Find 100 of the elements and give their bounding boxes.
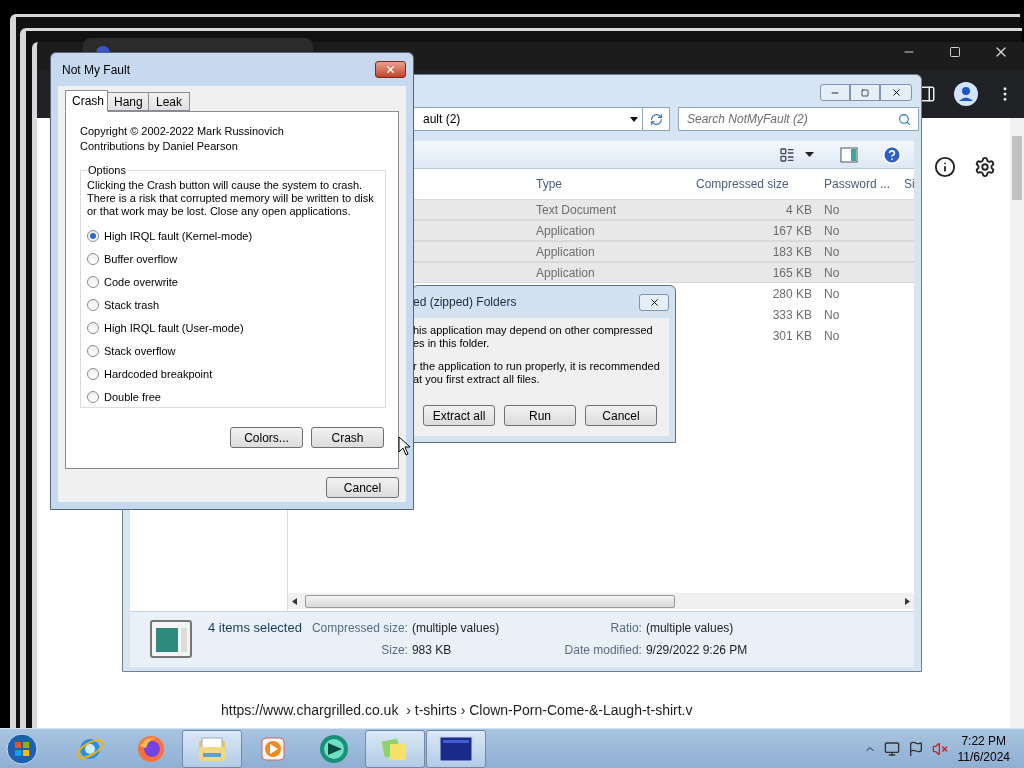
type-cell-text: Application: [535, 222, 596, 240]
dialog-button[interactable]: Colors...: [230, 427, 303, 448]
minimize-button[interactable]: [820, 84, 850, 101]
message-text: r the application to run properly, it is recommended: [413, 360, 661, 373]
crash-option[interactable]: Double free: [87, 385, 379, 409]
credit-text: Contributions by Daniel Pearson: [80, 139, 239, 154]
info-icon[interactable]: [934, 156, 956, 178]
detail-value: 9/29/2022 9:26 PM: [645, 642, 748, 659]
detail-label: Date modified:: [563, 642, 642, 659]
password-cell-text: No: [823, 222, 841, 240]
close-icon: [890, 87, 902, 98]
password-cell-text: No: [823, 264, 841, 282]
detail-label: Ratio:: [609, 620, 642, 637]
password-cell-text: No: [823, 327, 841, 345]
dialog-button[interactable]: Crash: [311, 427, 384, 448]
profile-icon[interactable]: [954, 82, 978, 106]
radio-button[interactable]: [87, 391, 99, 403]
password-cell-text: No: [823, 201, 841, 219]
caret-icon[interactable]: [805, 152, 814, 157]
selection-summary: 4 items selected: [208, 619, 302, 637]
radio-button[interactable]: [87, 345, 99, 357]
crash-option[interactable]: Stack overflow: [87, 339, 379, 363]
cancel-button[interactable]: Cancel: [326, 477, 399, 498]
detail-label: Compressed size:: [310, 620, 408, 637]
preview-pane-icon[interactable]: [840, 146, 858, 163]
dialog-button[interactable]: Extract all: [423, 405, 495, 426]
message-text: es in this folder.: [413, 337, 491, 350]
type-cell-text: Application: [535, 264, 596, 282]
message-text: his application may depend on other compressed: [413, 324, 654, 337]
password-cell-text: No: [823, 306, 841, 324]
scrollbar[interactable]: [1010, 118, 1024, 728]
radio-button[interactable]: [87, 322, 99, 334]
detail-value: (multiple values): [645, 620, 735, 637]
scrollbar-thumb[interactable]: [1012, 136, 1022, 200]
dialog-title: Not My Fault: [62, 61, 130, 79]
detail-value: (multiple values): [411, 620, 501, 637]
radio-button[interactable]: [87, 276, 99, 288]
close-button[interactable]: [880, 84, 912, 101]
round-app-icon: [318, 732, 350, 765]
detail-value: 983 KB: [411, 642, 453, 659]
scrollbar-thumb[interactable]: [305, 594, 675, 608]
radio-button[interactable]: [87, 368, 99, 380]
crash-option[interactable]: Stack trash: [87, 293, 379, 317]
close-icon: [648, 296, 660, 308]
scroll-left-icon[interactable]: [292, 597, 297, 605]
close-button[interactable]: [375, 61, 406, 78]
view-icon[interactable]: [779, 146, 795, 163]
fox-browser-icon: [136, 733, 166, 764]
scroll-right-icon[interactable]: [905, 597, 910, 605]
tab[interactable]: Crash: [65, 90, 108, 112]
radio-button[interactable]: [87, 253, 99, 265]
taskbar-button[interactable]: [426, 729, 486, 768]
size-cell-text: 280 KB: [771, 285, 813, 303]
dialog-button[interactable]: Cancel: [585, 405, 657, 426]
crash-option[interactable]: Hardcoded breakpoint: [87, 362, 379, 386]
detail-label: Size:: [380, 642, 408, 659]
flag-icon[interactable]: [907, 740, 924, 757]
folder-icon: [197, 734, 227, 763]
size-cell-text: 165 KB: [771, 264, 813, 282]
size-cell-text: 167 KB: [771, 222, 813, 240]
column-header[interactable]: Type: [530, 175, 690, 193]
column-header[interactable]: Compressed size: [690, 175, 818, 193]
radio-button[interactable]: [87, 230, 99, 242]
dropdown-icon[interactable]: [630, 116, 638, 122]
message-text: at you first extract all files.: [413, 373, 541, 386]
refresh-icon: [649, 112, 663, 126]
network-icon[interactable]: [883, 740, 900, 757]
password-cell-text: No: [823, 285, 841, 303]
dialog-title: ed (zipped) Folders: [413, 294, 517, 311]
maximize-button[interactable]: [850, 84, 880, 101]
radio-button[interactable]: [87, 299, 99, 311]
horizontal-scrollbar[interactable]: [288, 593, 914, 609]
size-cell-text: 4 KB: [785, 201, 813, 219]
dialog-button[interactable]: Run: [504, 405, 576, 426]
tab[interactable]: Leak: [148, 92, 190, 111]
status-url: https://www.chargrilled.co.uk › t-shirts › Clown-Porn-Come-&-Laugh-t-shirt.v: [221, 701, 693, 720]
group-label: Options: [87, 163, 127, 178]
maximize-icon: [861, 88, 869, 97]
password-cell-text: No: [823, 243, 841, 261]
column-header[interactable]: Si: [898, 175, 914, 193]
close-button[interactable]: [639, 293, 669, 311]
size-cell-text: 183 KB: [771, 243, 813, 261]
window-icon: [439, 735, 473, 762]
settings-icon[interactable]: [974, 156, 996, 178]
tab[interactable]: Hang: [107, 92, 149, 111]
search-icon[interactable]: [898, 112, 911, 126]
muted-speaker-icon[interactable]: [931, 740, 948, 757]
play-icon: [259, 734, 287, 763]
clock[interactable]: 7:22 PM 11/6/2024: [957, 732, 1010, 765]
refresh-button[interactable]: [642, 107, 670, 131]
size-cell-text: 301 KB: [771, 327, 813, 345]
file-icon: [150, 620, 192, 658]
close-icon: [385, 64, 396, 75]
type-cell-text: Application: [535, 243, 596, 261]
type-cell-text: Text Document: [535, 201, 618, 219]
search-field[interactable]: Search NotMyFault (2): [678, 107, 919, 131]
help-icon[interactable]: [882, 144, 902, 165]
column-header[interactable]: Password ...: [818, 175, 898, 193]
crash-option[interactable]: High IRQL fault (User-mode): [87, 316, 379, 340]
size-cell-text: 333 KB: [771, 306, 813, 324]
